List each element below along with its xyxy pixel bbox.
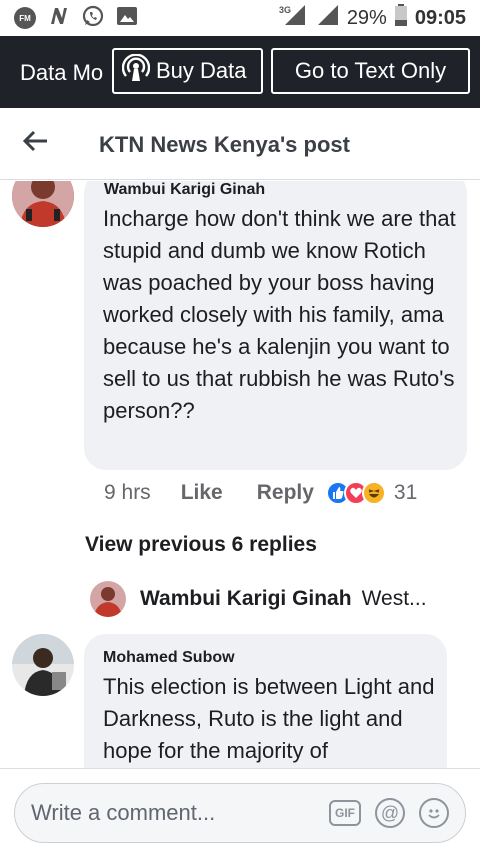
data-mode-banner: Data Mo Buy Data Go to Text Only [0, 36, 480, 108]
battery-percent: 29% [346, 6, 387, 29]
reply-author[interactable]: Wambui Karigi Ginah [140, 587, 352, 611]
notification-icons: FM [14, 5, 138, 32]
composer-actions: GIF @ [329, 798, 465, 828]
signal-3g-icon: 3G [279, 4, 309, 32]
comment-input[interactable] [31, 800, 311, 826]
avatar[interactable] [12, 181, 74, 227]
comment-actions: 9 hrs Like Reply 31 [104, 481, 417, 505]
haha-reaction-icon [361, 481, 386, 505]
whatsapp-icon [82, 5, 104, 32]
comment-text: This election is between Light and Darkn… [103, 674, 435, 763]
reply-button[interactable]: Reply [257, 481, 314, 505]
reply-preview-row[interactable]: Wambui Karigi Ginah West... [90, 579, 460, 619]
status-bar: FM 3G 29% 09:05 [0, 0, 480, 36]
data-mode-label: Data Mo [20, 60, 104, 85]
text-only-button[interactable]: Go to Text Only [271, 48, 470, 94]
like-button[interactable]: Like [181, 481, 223, 505]
n-app-icon [48, 6, 70, 31]
broadcast-icon [121, 53, 151, 88]
comment-bubble[interactable]: Mohamed Subow This election is between L… [84, 634, 447, 768]
avatar[interactable] [90, 581, 126, 617]
buy-data-button[interactable]: Buy Data [112, 48, 263, 94]
comment-author[interactable]: Wambui Karigi Ginah [104, 181, 265, 199]
comments-feed[interactable]: Wambui Karigi Ginah Incharge how don't t… [0, 181, 480, 768]
emoji-icon[interactable] [419, 798, 449, 828]
gallery-icon [116, 6, 138, 31]
clock: 09:05 [414, 6, 466, 29]
comment-text: Incharge how don't think we are that stu… [103, 206, 456, 423]
comment-author[interactable]: Mohamed Subow [103, 649, 235, 667]
buy-data-label: Buy Data [156, 58, 247, 83]
reactions-summary[interactable] [325, 481, 386, 505]
gif-icon[interactable]: GIF [329, 800, 361, 826]
comment-composer: GIF @ [0, 768, 480, 854]
page-title: KTN News Kenya's post [99, 132, 350, 157]
mention-icon[interactable]: @ [375, 798, 405, 828]
reply-text-preview: West... [361, 587, 427, 610]
fm-radio-icon: FM [14, 7, 36, 29]
signal-bars-icon [317, 4, 339, 32]
reaction-count[interactable]: 31 [394, 481, 417, 505]
comment-time: 9 hrs [104, 481, 151, 504]
comment-box[interactable]: GIF @ [14, 783, 466, 843]
text-only-label: Go to Text Only [294, 58, 447, 83]
back-button[interactable] [0, 108, 72, 180]
system-status: 3G 29% 09:05 [279, 4, 466, 32]
post-header: KTN News Kenya's post [0, 108, 480, 180]
network-type-label: 3G [279, 5, 291, 15]
comment-bubble[interactable]: Wambui Karigi Ginah Incharge how don't t… [84, 181, 467, 470]
view-previous-replies-link[interactable]: View previous 6 replies [85, 533, 317, 557]
back-arrow-icon [22, 130, 49, 157]
avatar[interactable] [12, 634, 74, 696]
battery-icon [394, 4, 407, 32]
